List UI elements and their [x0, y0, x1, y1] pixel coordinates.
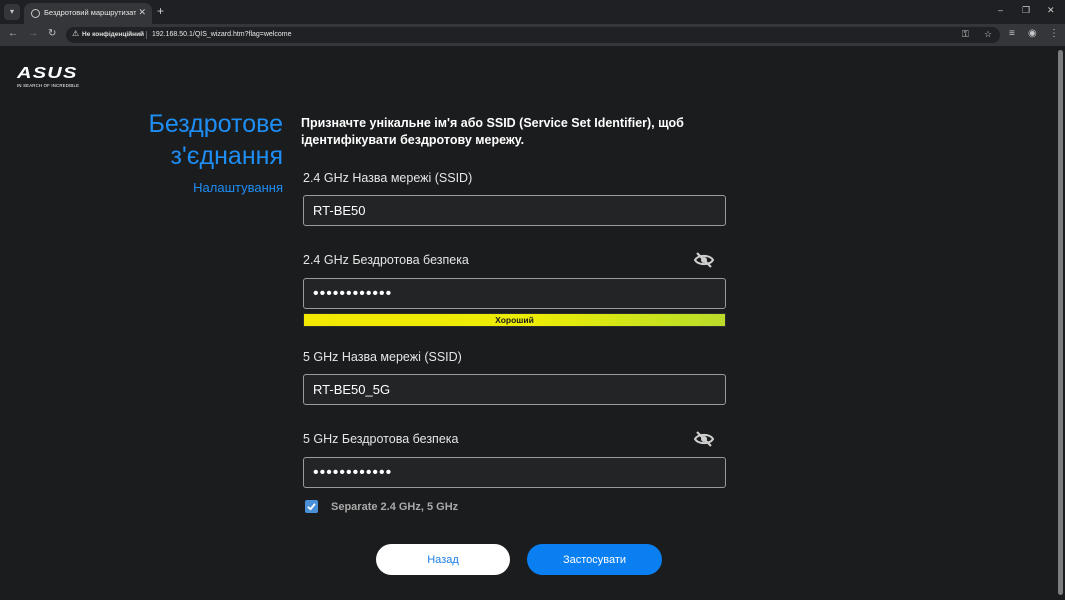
intro-text: Призначте унікальне ім'я або SSID (Servi… — [301, 116, 684, 147]
tab-title: Бездротовий маршрутизатор А — [44, 8, 136, 17]
tab-search-button[interactable]: ▾ — [4, 4, 20, 20]
separate-bands-checkbox[interactable] — [305, 500, 318, 513]
password-strength-label: Хороший — [495, 315, 534, 325]
kebab-menu-icon[interactable]: ⋮ — [1049, 28, 1059, 39]
restore-button[interactable]: ❐ — [1022, 5, 1030, 16]
browser-tab-strip: ▾ Бездротовий маршрутизатор А ✕ + – ❐ ✕ — [0, 0, 1065, 24]
page-scrollbar[interactable] — [1055, 46, 1065, 600]
page-title: Бездротове з'єднання — [100, 108, 284, 172]
warning-icon[interactable]: ⚠ — [72, 29, 79, 38]
back-button[interactable]: Назад — [376, 544, 510, 575]
reload-icon[interactable]: ↻ — [48, 28, 56, 39]
profile-icon[interactable]: ◉ — [1028, 28, 1037, 39]
security-chip[interactable]: Не конфіденційний — [82, 31, 144, 38]
security-5-password-input[interactable] — [303, 457, 726, 488]
separate-bands-label: Separate 2.4 GHz, 5 GHz — [331, 501, 459, 513]
new-tab-button[interactable]: + — [157, 4, 164, 18]
close-window-button[interactable]: ✕ — [1047, 5, 1055, 16]
tab-close-icon[interactable]: ✕ — [138, 7, 146, 18]
eye-slash-icon[interactable] — [693, 431, 715, 447]
url-text[interactable]: 192.168.50.1/QIS_wizard.htm?flag=welcome — [152, 31, 292, 38]
security-5-label: 5 GHz Бездротова безпека — [303, 432, 459, 446]
eye-slash-icon[interactable] — [693, 252, 715, 268]
page-title-line-2: з'єднання — [170, 142, 283, 170]
password-strength-meter: Хороший — [303, 313, 726, 327]
forward-arrow-icon[interactable]: → — [28, 28, 38, 39]
ssid-5-label: 5 GHz Назва мережі (SSID) — [303, 350, 462, 364]
back-arrow-icon[interactable]: ← — [8, 28, 18, 39]
scrollbar-thumb[interactable] — [1058, 50, 1063, 595]
media-controls-icon[interactable]: ≡ — [1009, 28, 1015, 39]
browser-tab[interactable]: Бездротовий маршрутизатор А ✕ — [24, 3, 152, 24]
apply-button[interactable]: Застосувати — [527, 544, 662, 575]
browser-toolbar: ← → ↻ ⚠ Не конфіденційний 192.168.50.1/Q… — [0, 24, 1065, 46]
asus-logo: ASUS IN SEARCH OF INCREDIBLE — [17, 66, 87, 89]
security-24-password-input[interactable] — [303, 278, 726, 309]
ssid-5-input[interactable] — [303, 374, 726, 405]
ssid-24-input[interactable] — [303, 195, 726, 226]
minimize-button[interactable]: – — [998, 5, 1003, 15]
ssid-24-label: 2.4 GHz Назва мережі (SSID) — [303, 171, 473, 185]
page-subtitle: Налаштування — [193, 180, 283, 195]
logo-wordmark: ASUS — [17, 65, 78, 82]
bookmark-star-icon[interactable]: ☆ — [984, 29, 992, 40]
logo-tagline: IN SEARCH OF INCREDIBLE — [17, 83, 80, 88]
globe-icon — [31, 9, 40, 18]
password-key-icon[interactable]: ⚿ — [962, 29, 969, 40]
page-title-line-1: Бездротове — [148, 110, 284, 138]
security-24-label: 2.4 GHz Бездротова безпека — [303, 253, 469, 267]
omnibox-divider — [146, 31, 147, 39]
address-bar[interactable]: ⚠ Не конфіденційний 192.168.50.1/QIS_wiz… — [66, 27, 1000, 43]
